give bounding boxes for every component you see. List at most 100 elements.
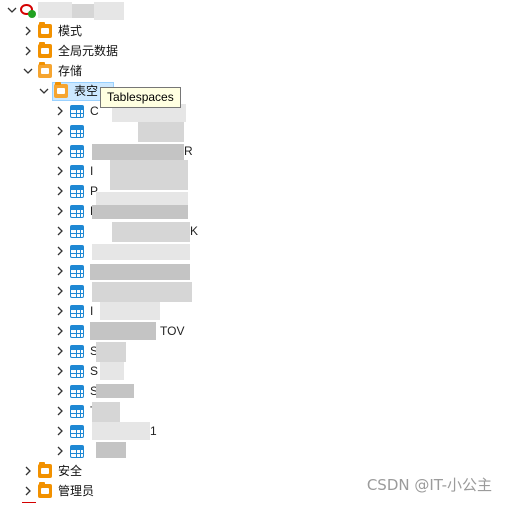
- tree-item-storage[interactable]: 存储: [0, 61, 82, 81]
- tablespace-row[interactable]: [0, 261, 84, 281]
- redacted-block: [110, 160, 188, 190]
- tablespace-label: I: [90, 304, 94, 318]
- tree-item-schema[interactable]: 模式: [0, 21, 82, 41]
- chevron-right-icon[interactable]: [54, 265, 66, 277]
- tree-item-admin[interactable]: 管理员: [0, 481, 94, 501]
- tree-item-label: 管理员: [58, 484, 95, 498]
- chevron-right-icon[interactable]: [54, 285, 66, 297]
- tablespace-row[interactable]: [0, 141, 84, 161]
- tablespace-icon: [70, 124, 84, 138]
- tablespace-row[interactable]: [0, 201, 84, 221]
- tablespace-label: C: [90, 104, 99, 118]
- chevron-right-icon[interactable]: [54, 345, 66, 357]
- tablespace-row[interactable]: [0, 381, 84, 401]
- tablespace-row[interactable]: [0, 181, 84, 201]
- chevron-right-icon[interactable]: [54, 425, 66, 437]
- redacted-block: [90, 322, 156, 340]
- chevron-down-icon[interactable]: [6, 4, 18, 16]
- tablespace-icon: [70, 424, 84, 438]
- tablespace-row[interactable]: [0, 401, 84, 421]
- tablespace-icon: [70, 144, 84, 158]
- tablespace-row[interactable]: [0, 361, 84, 381]
- watermark: CSDN @IT-小公主: [366, 476, 492, 494]
- chevron-right-icon[interactable]: [54, 225, 66, 237]
- tablespace-icon: [70, 344, 84, 358]
- chevron-right-icon[interactable]: [54, 205, 66, 217]
- tablespace-row[interactable]: [0, 341, 84, 361]
- tablespace-label: R: [184, 144, 193, 158]
- database-connected-icon: [20, 3, 36, 18]
- tablespace-icon: [70, 304, 84, 318]
- chevron-right-icon[interactable]: [54, 445, 66, 457]
- tree-item-label: 存储: [58, 64, 83, 78]
- chevron-right-icon[interactable]: [54, 365, 66, 377]
- tablespace-row[interactable]: [0, 241, 84, 261]
- chevron-right-icon[interactable]: [54, 145, 66, 157]
- tablespace-row[interactable]: [0, 441, 84, 461]
- chevron-down-icon[interactable]: [22, 65, 34, 77]
- tablespace-row[interactable]: [0, 321, 84, 341]
- chevron-right-icon[interactable]: [54, 105, 66, 117]
- chevron-right-icon[interactable]: [54, 325, 66, 337]
- tablespace-row[interactable]: [0, 221, 84, 241]
- folder-open-icon: [54, 82, 68, 98]
- redacted-block: [100, 302, 160, 320]
- tablespace-icon: [70, 204, 84, 218]
- tablespace-row[interactable]: [0, 281, 84, 301]
- redacted-block: [92, 402, 120, 422]
- tablespace-icon: [70, 364, 84, 378]
- chevron-right-icon[interactable]: [54, 405, 66, 417]
- redacted-block: [96, 342, 126, 362]
- tablespace-row[interactable]: [0, 301, 84, 321]
- folder-icon: [38, 22, 52, 38]
- redacted-block: [96, 384, 134, 398]
- tablespace-label: TOV: [160, 324, 185, 338]
- tablespace-label: S: [90, 364, 99, 378]
- tablespace-icon: [70, 264, 84, 278]
- chevron-right-icon[interactable]: [54, 245, 66, 257]
- redacted-block: [100, 362, 124, 380]
- tree-item-label: 模式: [58, 24, 83, 38]
- tablespace-label: 1: [150, 424, 157, 438]
- redacted-block: [92, 144, 184, 160]
- redacted-block: [96, 442, 126, 458]
- redacted-block: [94, 2, 124, 20]
- redacted-block: [92, 244, 190, 260]
- admin-folder-icon: [38, 482, 52, 498]
- divider: [22, 502, 36, 503]
- tree-item-label: 安全: [58, 464, 83, 478]
- tablespace-row[interactable]: [0, 161, 84, 181]
- tablespace-label: K: [190, 224, 199, 238]
- tablespace-icon: [70, 104, 84, 118]
- tablespace-icon: [70, 404, 84, 418]
- chevron-right-icon[interactable]: [54, 385, 66, 397]
- chevron-right-icon[interactable]: [54, 185, 66, 197]
- folder-icon: [38, 42, 52, 58]
- tablespace-icon: [70, 164, 84, 178]
- tree-item-label: 表空: [74, 84, 99, 98]
- chevron-right-icon[interactable]: [54, 165, 66, 177]
- tree-item-security[interactable]: 安全: [0, 461, 82, 481]
- tablespace-row[interactable]: [0, 101, 84, 121]
- chevron-right-icon[interactable]: [22, 465, 34, 477]
- redacted-block: [92, 422, 150, 440]
- chevron-right-icon[interactable]: [22, 25, 34, 37]
- chevron-down-icon[interactable]: [38, 85, 50, 97]
- tree-item-global-metadata[interactable]: 全局元数据: [0, 41, 118, 61]
- tablespace-icon: [70, 284, 84, 298]
- redacted-block: [38, 2, 72, 18]
- tablespace-icon: [70, 324, 84, 338]
- redacted-block: [90, 264, 190, 280]
- chevron-right-icon[interactable]: [22, 45, 34, 57]
- redacted-block: [72, 4, 94, 18]
- folder-open-icon: [38, 62, 52, 78]
- tree-item-tablespaces[interactable]: 表空: [0, 81, 98, 101]
- redacted-block: [92, 282, 192, 302]
- chevron-right-icon[interactable]: [54, 125, 66, 137]
- tablespace-row[interactable]: [0, 421, 84, 441]
- chevron-right-icon[interactable]: [54, 305, 66, 317]
- chevron-right-icon[interactable]: [22, 485, 34, 497]
- tablespace-row[interactable]: [0, 121, 84, 141]
- tree-root[interactable]: [0, 0, 42, 20]
- tooltip: Tablespaces: [100, 87, 181, 108]
